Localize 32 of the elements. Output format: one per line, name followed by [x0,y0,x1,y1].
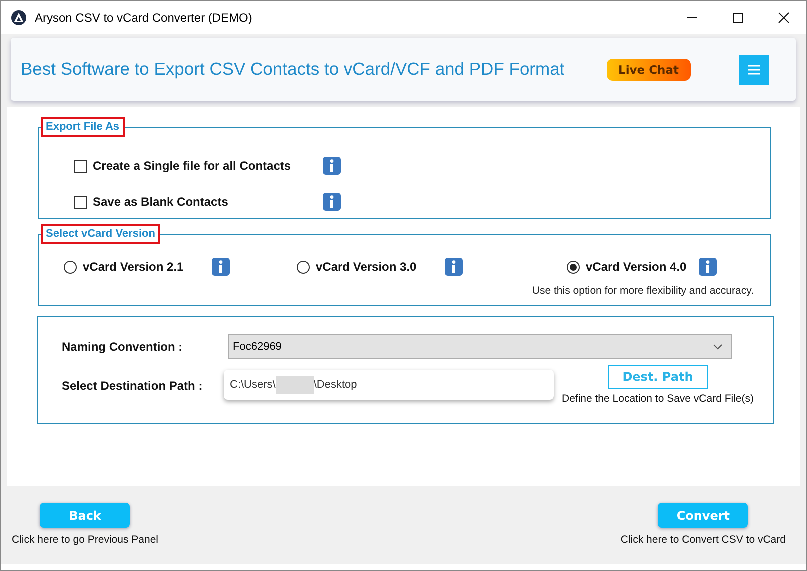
naming-dropdown[interactable]: Foc62969 [228,334,732,359]
radio-label[interactable]: vCard Version 3.0 [316,260,417,274]
radio-label[interactable]: vCard Version 4.0 [586,260,687,274]
info-icon[interactable] [444,258,463,276]
info-icon[interactable] [323,193,341,211]
checkbox[interactable] [74,196,87,208]
section-legend: Select vCard Version [41,224,160,244]
info-icon[interactable] [698,258,717,276]
radio-button[interactable] [297,260,310,274]
headline: Best Software to Export CSV Contacts to vCard/VCF and PDF Format [21,59,565,80]
app-logo-icon [11,10,27,26]
convert-hint: Click here to Convert CSV to vCard [620,534,786,546]
section-legend: Export File As [41,117,125,137]
path-field[interactable]: C:\Users\ \Desktop [224,370,554,400]
close-icon[interactable] [778,12,790,24]
path-label: Select Destination Path : [62,379,204,393]
maximize-icon[interactable] [732,12,744,24]
radio-button[interactable] [64,260,77,274]
radio-label[interactable]: vCard Version 2.1 [83,260,184,274]
checkbox-label[interactable]: Create a Single file for all Contacts [93,159,323,173]
dest-hint: Define the Location to Save vCard File(s) [562,393,754,405]
info-icon[interactable] [323,157,341,175]
checkbox-label[interactable]: Save as Blank Contacts [93,195,323,209]
window-title: Aryson CSV to vCard Converter (DEMO) [35,10,252,24]
naming-label: Naming Convention : [62,340,184,354]
info-icon[interactable] [212,258,230,276]
chevron-down-icon[interactable] [713,344,723,350]
radio-button[interactable] [567,260,580,274]
version-hint: Use this option for more flexibility and accuracy. [531,285,754,297]
live-chat-button[interactable]: Live Chat [606,58,691,80]
back-hint: Click here to go Previous Panel [12,534,158,546]
checkbox[interactable] [74,160,87,172]
